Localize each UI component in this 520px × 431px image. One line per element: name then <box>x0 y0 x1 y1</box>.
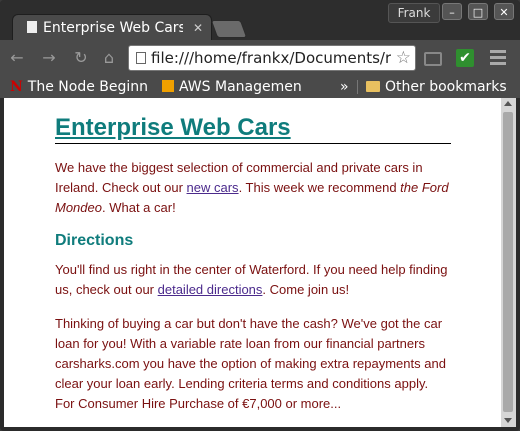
new-tab-button[interactable] <box>210 20 248 38</box>
detailed-directions-link[interactable]: detailed directions <box>158 282 263 297</box>
back-arrow-icon[interactable]: ← <box>6 48 28 68</box>
folder-icon <box>366 81 380 92</box>
other-bookmarks-label: Other bookmarks <box>385 79 507 95</box>
tab-enterprise-web-cars[interactable]: Enterprise Web Cars ✕ <box>12 14 212 40</box>
tab-strip: Enterprise Web Cars ✕ Frank – □ ✕ <box>0 0 520 40</box>
intro-text: . This week we recommend <box>238 180 401 195</box>
intro-paragraph: We have the biggest selection of commerc… <box>55 158 451 218</box>
scroll-thumb[interactable] <box>503 112 513 412</box>
bookmarks-overflow-chevron[interactable]: » <box>340 77 354 97</box>
vertical-scrollbar[interactable] <box>501 98 516 427</box>
page-content: Enterprise Web Cars We have the biggest … <box>4 98 501 427</box>
browser-window: Enterprise Web Cars ✕ Frank – □ ✕ ← → ↻ … <box>0 0 520 431</box>
close-window-icon[interactable]: ✕ <box>494 3 514 20</box>
forward-arrow-icon[interactable]: → <box>38 48 60 68</box>
home-icon[interactable]: ⌂ <box>98 48 120 68</box>
directions-text: . Come join us! <box>262 282 350 297</box>
menu-icon[interactable] <box>490 50 510 70</box>
directions-paragraph: You'll find us right in the center of Wa… <box>55 260 451 300</box>
reload-icon[interactable]: ↻ <box>70 48 92 68</box>
scroll-up-icon[interactable] <box>504 101 512 106</box>
extension-check-icon[interactable]: ✔ <box>456 49 474 67</box>
page-icon <box>136 52 146 64</box>
article: Enterprise Web Cars We have the biggest … <box>55 98 451 414</box>
bookmark-aws-management[interactable]: AWS Managemen <box>162 77 302 97</box>
new-cars-link[interactable]: new cars <box>187 180 239 195</box>
scroll-down-icon[interactable] <box>504 418 512 423</box>
cast-icon[interactable] <box>424 52 442 66</box>
minimize-icon[interactable]: – <box>442 3 462 20</box>
n-logo-icon: N <box>10 79 23 95</box>
bookmark-separator <box>357 80 358 94</box>
bookmark-label: AWS Managemen <box>179 79 302 95</box>
profile-button[interactable]: Frank <box>388 3 440 23</box>
tab-title: Enterprise Web Cars <box>43 20 183 36</box>
other-bookmarks[interactable]: Other bookmarks <box>366 77 516 97</box>
address-bar[interactable]: ☆ <box>128 45 416 71</box>
aws-cube-icon <box>162 80 174 92</box>
url-input[interactable] <box>151 46 391 70</box>
bookmark-node-beginner[interactable]: N The Node Beginn <box>10 77 148 97</box>
toolbar: ← → ↻ ⌂ ☆ ✔ <box>0 40 520 76</box>
bookmarks-bar: N The Node Beginn AWS Managemen » Other b… <box>0 76 520 98</box>
bookmark-label: The Node Beginn <box>27 79 148 95</box>
page-title: Enterprise Web Cars <box>55 114 451 144</box>
directions-heading: Directions <box>55 232 134 249</box>
close-tab-icon[interactable]: ✕ <box>193 15 203 41</box>
maximize-icon[interactable]: □ <box>468 3 488 20</box>
page-icon <box>27 21 37 33</box>
intro-text: . What a car! <box>101 200 176 215</box>
loan-paragraph: Thinking of buying a car but don't have … <box>55 316 446 411</box>
bookmark-star-icon[interactable]: ☆ <box>396 48 411 68</box>
